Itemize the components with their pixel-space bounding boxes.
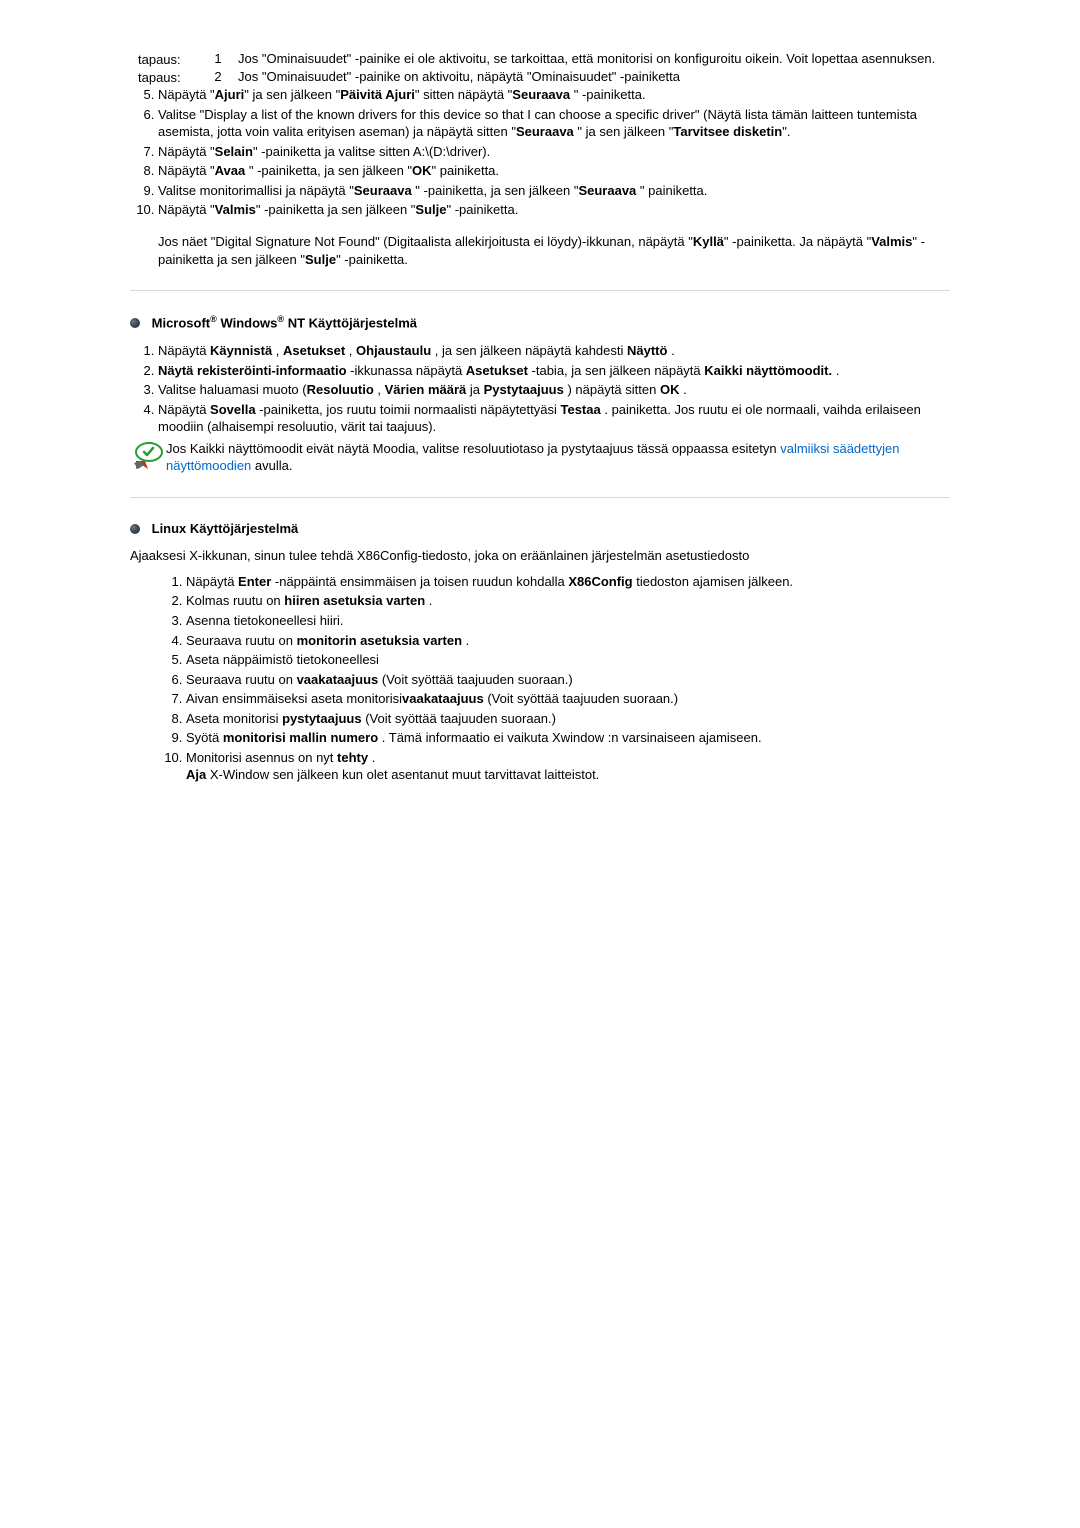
nt-title-rest: NT Käyttöjärjestelmä xyxy=(284,315,417,330)
linux-title: Linux Käyttöjärjestelmä xyxy=(152,521,299,536)
case-1-row: 1 Jos "Ominaisuudet" -painike ei ole akt… xyxy=(198,50,950,68)
linux-step-9: Syötä monitorisi mallin numero . Tämä in… xyxy=(186,729,950,747)
nt-step-3: Valitse haluamasi muoto (Resoluutio , Vä… xyxy=(158,381,950,399)
linux-step-4: Seuraava ruutu on monitorin asetuksia va… xyxy=(186,632,950,650)
linux-heading: Linux Käyttöjärjestelmä xyxy=(130,520,950,538)
reg-mark-1: ® xyxy=(210,314,217,324)
linux-step-6: Seuraava ruutu on vaakataajuus (Voit syö… xyxy=(186,671,950,689)
linux-step-3: Asenna tietokoneellesi hiiri. xyxy=(186,612,950,630)
nt-step-1: Näpäytä Käynnistä , Asetukset , Ohjausta… xyxy=(158,342,950,360)
bullet-icon xyxy=(130,318,140,328)
xp-cases-block: 1 Jos "Ominaisuudet" -painike ei ole akt… xyxy=(130,50,950,86)
case-1-text: Jos "Ominaisuudet" -painike ei ole aktiv… xyxy=(238,50,950,68)
nt-title-ms: Microsoft xyxy=(152,315,211,330)
xp-step-5: Näpäytä "Ajuri" ja sen jälkeen "Päivitä … xyxy=(158,86,950,104)
nt-heading: Microsoft® Windows® NT Käyttöjärjestelmä xyxy=(130,313,950,332)
linux-step-8: Aseta monitorisi pystytaajuus (Voit syöt… xyxy=(186,710,950,728)
linux-step-2: Kolmas ruutu on hiiren asetuksia varten … xyxy=(186,592,950,610)
case-2-label: tapaus: xyxy=(138,69,193,87)
linux-step-10: Monitorisi asennus on nyt tehty . Aja X-… xyxy=(186,749,950,784)
divider-2 xyxy=(130,497,950,498)
case-2-row: 2 Jos "Ominaisuudet" -painike on aktivoi… xyxy=(198,68,950,86)
xp-post-note: Jos näet "Digital Signature Not Found" (… xyxy=(130,233,950,268)
nt-step-2: Näytä rekisteröinti-informaatio -ikkunas… xyxy=(158,362,950,380)
xp-step-9: Valitse monitorimallisi ja näpäytä "Seur… xyxy=(158,182,950,200)
case-1-number: 1 xyxy=(198,50,238,68)
linux-step-1: Näpäytä Enter -näppäintä ensimmäisen ja … xyxy=(186,573,950,591)
bullet-icon xyxy=(130,524,140,534)
linux-step-5: Aseta näppäimistö tietokoneellesi xyxy=(186,651,950,669)
case-2-text: Jos "Ominaisuudet" -painike on aktivoitu… xyxy=(238,68,950,86)
xp-step-8: Näpäytä "Avaa " -painiketta, ja sen jälk… xyxy=(158,162,950,180)
xp-step-6: Valitse "Display a list of the known dri… xyxy=(158,106,950,141)
note-icon xyxy=(130,440,166,471)
linux-steps-list: Näpäytä Enter -näppäintä ensimmäisen ja … xyxy=(158,573,950,784)
nt-note-row: Jos Kaikki näyttömoodit eivät näytä Mood… xyxy=(130,440,950,475)
divider-1 xyxy=(130,290,950,291)
xp-steps-list: Näpäytä "Ajuri" ja sen jälkeen "Päivitä … xyxy=(130,86,950,219)
xp-step-10: Näpäytä "Valmis" -painiketta ja sen jälk… xyxy=(158,201,950,219)
case-1-label: tapaus: xyxy=(138,51,193,69)
linux-intro: Ajaaksesi X-ikkunan, sinun tulee tehdä X… xyxy=(130,547,950,565)
nt-title-win: Windows xyxy=(217,315,278,330)
case-2-number: 2 xyxy=(198,68,238,86)
nt-note-text: Jos Kaikki näyttömoodit eivät näytä Mood… xyxy=(166,440,950,475)
xp-step-7: Näpäytä "Selain" -painiketta ja valitse … xyxy=(158,143,950,161)
linux-step-7: Aivan ensimmäiseksi aseta monitorisivaak… xyxy=(186,690,950,708)
nt-step-4: Näpäytä Sovella -painiketta, jos ruutu t… xyxy=(158,401,950,436)
nt-steps-list: Näpäytä Käynnistä , Asetukset , Ohjausta… xyxy=(130,342,950,436)
